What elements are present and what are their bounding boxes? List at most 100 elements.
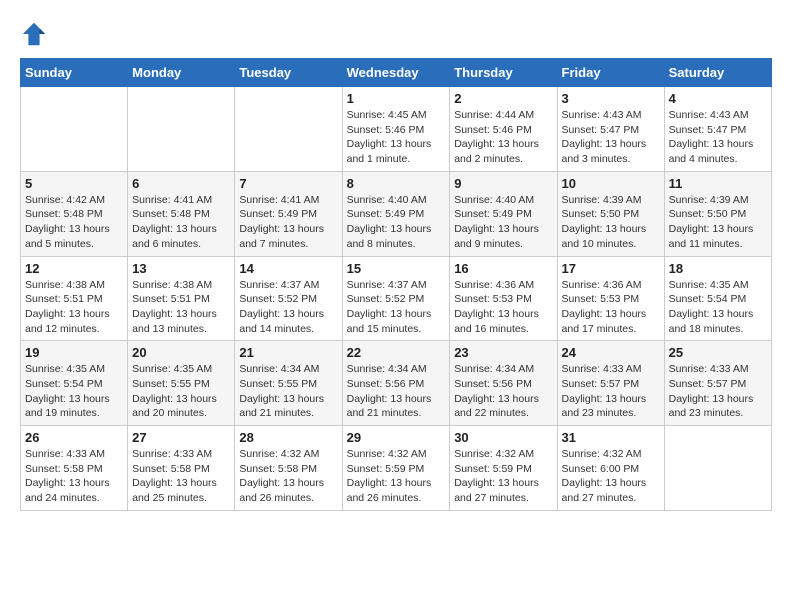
day-info: Sunrise: 4:43 AM Sunset: 5:47 PM Dayligh… [562,108,660,167]
day-info: Sunrise: 4:35 AM Sunset: 5:55 PM Dayligh… [132,362,230,421]
calendar-cell: 1 Sunrise: 4:45 AM Sunset: 5:46 PM Daylig… [342,87,450,172]
calendar-cell: 6Sunrise: 4:41 AM Sunset: 5:48 PM Daylig… [128,171,235,256]
calendar-cell [21,87,128,172]
header [20,20,772,48]
calendar-table: SundayMondayTuesdayWednesdayThursdayFrid… [20,58,772,511]
day-info: Sunrise: 4:32 AM Sunset: 5:58 PM Dayligh… [239,447,337,506]
calendar-week-4: 19 Sunrise: 4:35 AM Sunset: 5:54 PM Dayli… [21,341,772,426]
calendar-cell: 20 Sunrise: 4:35 AM Sunset: 5:55 PM Dayli… [128,341,235,426]
logo [20,20,52,48]
day-number: 4 [669,91,767,106]
day-info: Sunrise: 4:32 AM Sunset: 5:59 PM Dayligh… [347,447,446,506]
day-number: 14 [239,261,337,276]
calendar-cell: 28 Sunrise: 4:32 AM Sunset: 5:58 PM Dayli… [235,426,342,511]
day-info: Sunrise: 4:39 AM Sunset: 5:50 PM Dayligh… [562,193,660,252]
calendar-week-5: 26 Sunrise: 4:33 AM Sunset: 5:58 PM Dayli… [21,426,772,511]
logo-icon [20,20,48,48]
day-number: 21 [239,345,337,360]
day-number: 13 [132,261,230,276]
day-info: Sunrise: 4:37 AM Sunset: 5:52 PM Dayligh… [347,278,446,337]
day-info: Sunrise: 4:43 AM Sunset: 5:47 PM Dayligh… [669,108,767,167]
calendar-week-3: 12 Sunrise: 4:38 AM Sunset: 5:51 PM Dayli… [21,256,772,341]
calendar-cell: 10 Sunrise: 4:39 AM Sunset: 5:50 PM Dayli… [557,171,664,256]
day-number: 10 [562,176,660,191]
day-info: Sunrise: 4:32 AM Sunset: 5:59 PM Dayligh… [454,447,552,506]
calendar-cell: 8 Sunrise: 4:40 AM Sunset: 5:49 PM Daylig… [342,171,450,256]
day-number: 30 [454,430,552,445]
calendar-cell: 9 Sunrise: 4:40 AM Sunset: 5:49 PM Daylig… [450,171,557,256]
day-number: 29 [347,430,446,445]
calendar-cell [664,426,771,511]
day-info: Sunrise: 4:32 AM Sunset: 6:00 PM Dayligh… [562,447,660,506]
calendar-cell: 23 Sunrise: 4:34 AM Sunset: 5:56 PM Dayli… [450,341,557,426]
day-info: Sunrise: 4:40 AM Sunset: 5:49 PM Dayligh… [454,193,552,252]
day-number: 9 [454,176,552,191]
weekday-header-wednesday: Wednesday [342,59,450,87]
day-info: Sunrise: 4:34 AM Sunset: 5:56 PM Dayligh… [347,362,446,421]
day-number: 8 [347,176,446,191]
weekday-header-monday: Monday [128,59,235,87]
day-number: 20 [132,345,230,360]
day-info: Sunrise: 4:41 AM Sunset: 5:49 PM Dayligh… [239,193,337,252]
day-info: Sunrise: 4:33 AM Sunset: 5:57 PM Dayligh… [669,362,767,421]
day-number: 16 [454,261,552,276]
calendar-cell [235,87,342,172]
calendar-cell: 31 Sunrise: 4:32 AM Sunset: 6:00 PM Dayli… [557,426,664,511]
calendar-week-2: 5Sunrise: 4:42 AM Sunset: 5:48 PM Daylig… [21,171,772,256]
day-info: Sunrise: 4:45 AM Sunset: 5:46 PM Dayligh… [347,108,446,167]
day-number: 11 [669,176,767,191]
calendar-cell: 27 Sunrise: 4:33 AM Sunset: 5:58 PM Dayli… [128,426,235,511]
day-info: Sunrise: 4:36 AM Sunset: 5:53 PM Dayligh… [454,278,552,337]
weekday-header-friday: Friday [557,59,664,87]
day-info: Sunrise: 4:40 AM Sunset: 5:49 PM Dayligh… [347,193,446,252]
day-number: 22 [347,345,446,360]
calendar-cell: 30 Sunrise: 4:32 AM Sunset: 5:59 PM Dayli… [450,426,557,511]
day-number: 5 [25,176,123,191]
day-number: 19 [25,345,123,360]
calendar-cell: 13 Sunrise: 4:38 AM Sunset: 5:51 PM Dayli… [128,256,235,341]
calendar-header: SundayMondayTuesdayWednesdayThursdayFrid… [21,59,772,87]
calendar-cell: 2Sunrise: 4:44 AM Sunset: 5:46 PM Daylig… [450,87,557,172]
day-number: 18 [669,261,767,276]
weekday-header-sunday: Sunday [21,59,128,87]
day-number: 28 [239,430,337,445]
day-number: 1 [347,91,446,106]
calendar-cell: 19 Sunrise: 4:35 AM Sunset: 5:54 PM Dayli… [21,341,128,426]
day-info: Sunrise: 4:35 AM Sunset: 5:54 PM Dayligh… [669,278,767,337]
day-info: Sunrise: 4:39 AM Sunset: 5:50 PM Dayligh… [669,193,767,252]
weekday-header-row: SundayMondayTuesdayWednesdayThursdayFrid… [21,59,772,87]
day-number: 27 [132,430,230,445]
calendar-cell: 26Sunrise: 4:33 AM Sunset: 5:58 PM Dayli… [21,426,128,511]
day-number: 31 [562,430,660,445]
day-number: 17 [562,261,660,276]
day-info: Sunrise: 4:38 AM Sunset: 5:51 PM Dayligh… [25,278,123,337]
day-number: 6 [132,176,230,191]
day-info: Sunrise: 4:36 AM Sunset: 5:53 PM Dayligh… [562,278,660,337]
day-info: Sunrise: 4:34 AM Sunset: 5:56 PM Dayligh… [454,362,552,421]
day-number: 23 [454,345,552,360]
calendar-cell: 14Sunrise: 4:37 AM Sunset: 5:52 PM Dayli… [235,256,342,341]
day-number: 25 [669,345,767,360]
calendar-week-1: 1 Sunrise: 4:45 AM Sunset: 5:46 PM Daylig… [21,87,772,172]
day-info: Sunrise: 4:35 AM Sunset: 5:54 PM Dayligh… [25,362,123,421]
day-info: Sunrise: 4:34 AM Sunset: 5:55 PM Dayligh… [239,362,337,421]
calendar-cell: 11 Sunrise: 4:39 AM Sunset: 5:50 PM Dayli… [664,171,771,256]
calendar-cell: 3 Sunrise: 4:43 AM Sunset: 5:47 PM Daylig… [557,87,664,172]
calendar-cell: 17 Sunrise: 4:36 AM Sunset: 5:53 PM Dayli… [557,256,664,341]
day-number: 26 [25,430,123,445]
day-info: Sunrise: 4:44 AM Sunset: 5:46 PM Dayligh… [454,108,552,167]
calendar-cell: 25 Sunrise: 4:33 AM Sunset: 5:57 PM Dayli… [664,341,771,426]
day-info: Sunrise: 4:38 AM Sunset: 5:51 PM Dayligh… [132,278,230,337]
calendar-cell: 29 Sunrise: 4:32 AM Sunset: 5:59 PM Dayli… [342,426,450,511]
weekday-header-saturday: Saturday [664,59,771,87]
day-number: 3 [562,91,660,106]
day-number: 12 [25,261,123,276]
calendar-cell: 21 Sunrise: 4:34 AM Sunset: 5:55 PM Dayli… [235,341,342,426]
calendar-cell: 22 Sunrise: 4:34 AM Sunset: 5:56 PM Dayli… [342,341,450,426]
calendar-cell: 5Sunrise: 4:42 AM Sunset: 5:48 PM Daylig… [21,171,128,256]
calendar-cell: 15Sunrise: 4:37 AM Sunset: 5:52 PM Dayli… [342,256,450,341]
calendar-body: 1 Sunrise: 4:45 AM Sunset: 5:46 PM Daylig… [21,87,772,511]
day-info: Sunrise: 4:33 AM Sunset: 5:58 PM Dayligh… [132,447,230,506]
calendar-cell: 4 Sunrise: 4:43 AM Sunset: 5:47 PM Daylig… [664,87,771,172]
calendar-cell: 18 Sunrise: 4:35 AM Sunset: 5:54 PM Dayli… [664,256,771,341]
